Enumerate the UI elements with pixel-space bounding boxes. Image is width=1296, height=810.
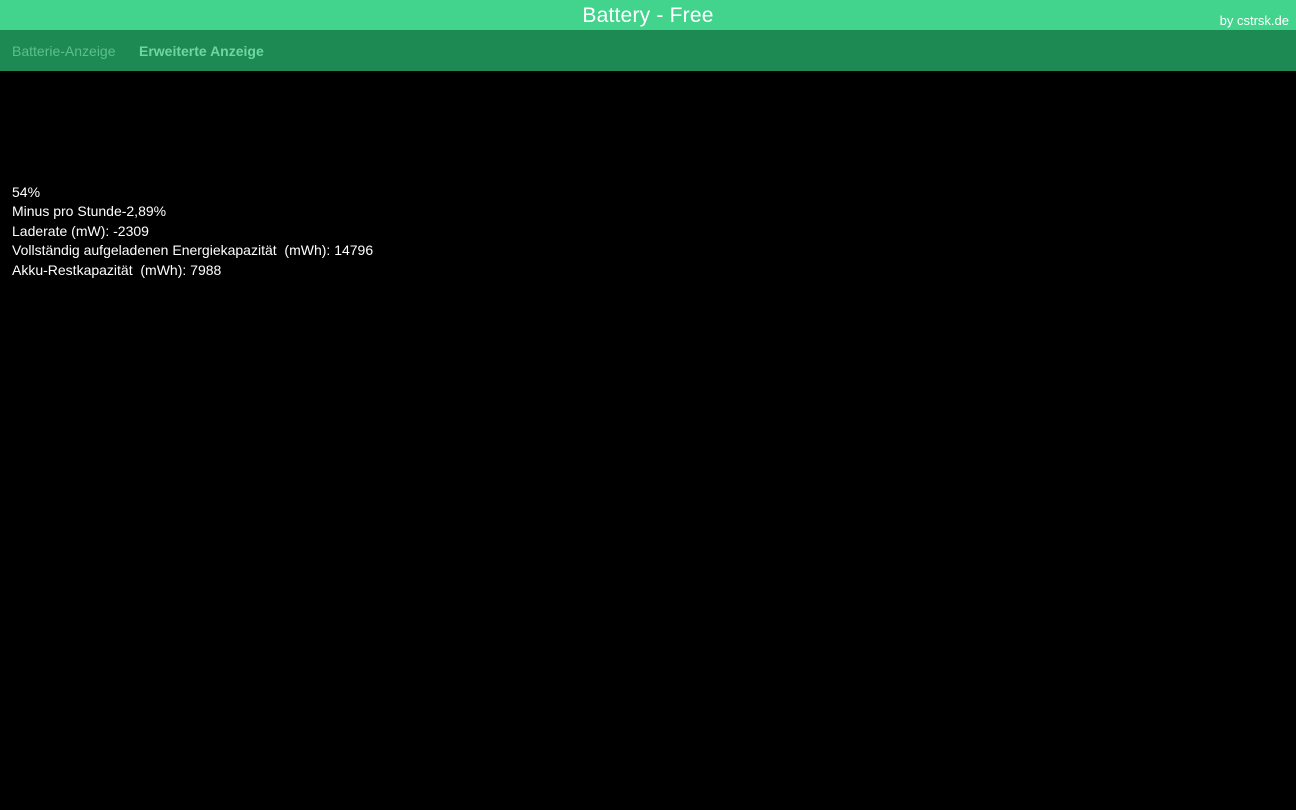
remaining-capacity: Akku-Restkapazität (mWh): 7988 — [12, 261, 222, 278]
battery-percent: 54% — [12, 184, 41, 200]
tab-bar: Batterie-Anzeige Erweiterte Anzeige — [0, 30, 1296, 71]
author-byline: by cstrsk.de — [1219, 13, 1289, 28]
title-bar: Battery - Free by cstrsk.de — [0, 0, 1296, 30]
charge-rate: Laderate (mW): -2309 — [12, 222, 149, 239]
battery-details: 54% Minus pro Stunde-2,89% Laderate (mW)… — [12, 183, 373, 280]
full-charge-capacity: Vollständig aufgeladenen Energiekapazitä… — [12, 242, 374, 259]
tab-batterie-anzeige[interactable]: Batterie-Anzeige — [12, 30, 116, 71]
minus-per-hour: Minus pro Stunde-2,89% — [12, 203, 167, 220]
tab-erweiterte-anzeige[interactable]: Erweiterte Anzeige — [139, 30, 264, 71]
app-title: Battery - Free — [582, 4, 714, 27]
